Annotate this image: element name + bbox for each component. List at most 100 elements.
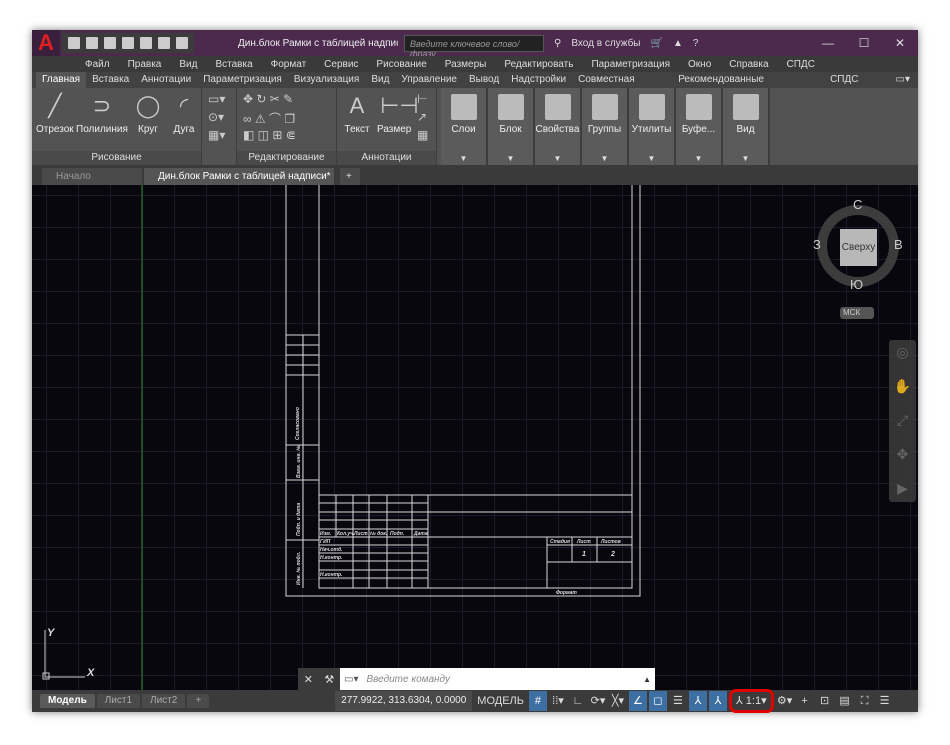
app-menu-button[interactable]: A xyxy=(32,30,60,56)
workspace-gear-icon[interactable]: ⚙▾ xyxy=(776,691,794,711)
ribbon-tab[interactable]: Управление xyxy=(395,72,463,88)
polyline-button[interactable]: ⊃ Полилиния xyxy=(76,92,128,135)
menu-item[interactable]: Сервис xyxy=(315,59,367,70)
viewcube-top-face[interactable]: Сверху xyxy=(840,229,877,266)
osnap-button[interactable]: ◻ xyxy=(648,691,667,711)
object-track-button[interactable]: ∠ xyxy=(628,691,647,711)
units-icon[interactable]: ⊡ xyxy=(816,691,834,711)
showmotion-icon[interactable]: ▶ xyxy=(893,480,912,510)
rectangle-icon[interactable]: ▭▾ xyxy=(208,92,225,106)
menu-item[interactable]: Окно xyxy=(679,59,720,70)
save-as-icon[interactable] xyxy=(122,37,134,49)
hatch-icon[interactable]: ▦▾ xyxy=(208,128,225,142)
panel-expand-icon[interactable]: ▼ xyxy=(676,154,721,163)
ribbon-dropdown-panel[interactable]: Свойства ▼ xyxy=(535,88,582,165)
modify-tools-row3[interactable]: ◧ ◫ ⊞ ⋐ xyxy=(243,128,296,142)
circle-button[interactable]: ◯ Круг xyxy=(134,92,162,135)
ribbon-tab[interactable]: Главная xyxy=(36,72,87,88)
modify-tools-row2[interactable]: ∞ ⚠ ⌒ ❐ xyxy=(243,110,295,127)
drawing-canvas[interactable]: Изм. Кол.уч. Лист № док. Подп. Дата ГИП … xyxy=(32,185,918,690)
annotation-scale-button[interactable]: ⅄ 1:1▾ xyxy=(728,689,774,713)
menu-item[interactable]: Параметризация xyxy=(582,59,679,70)
ribbon-tab[interactable]: Вид xyxy=(365,72,395,88)
menu-item[interactable]: Размеры xyxy=(436,59,496,70)
customize-icon[interactable]: ⚒ xyxy=(324,673,334,686)
binoculars-icon[interactable]: ⚲ xyxy=(554,38,561,49)
add-tab-button[interactable]: + xyxy=(340,168,360,185)
polar-button[interactable]: ⟳▾ xyxy=(589,691,607,711)
maximize-button[interactable]: ☐ xyxy=(846,36,882,50)
menu-item[interactable]: Рисование xyxy=(367,59,435,70)
annotation-monitor-icon[interactable]: + xyxy=(796,691,814,711)
dimension-button[interactable]: ⊢⊣ Размер xyxy=(377,92,419,135)
save-icon[interactable] xyxy=(104,37,116,49)
text-button[interactable]: A Текст xyxy=(343,92,371,135)
history-arrow-icon[interactable]: ▲ xyxy=(643,675,655,684)
model-space-button[interactable]: МОДЕЛЬ xyxy=(474,691,527,711)
ribbon-tab[interactable]: Аннотации xyxy=(135,72,197,88)
undo-icon[interactable] xyxy=(176,37,188,49)
plot-icon[interactable] xyxy=(158,37,170,49)
signin-button[interactable]: Вход в службы xyxy=(571,38,640,49)
panel-title[interactable]: Редактирование xyxy=(237,151,336,165)
autoscale-button[interactable]: ⅄ xyxy=(708,691,727,711)
open-icon[interactable] xyxy=(86,37,98,49)
ribbon-dropdown-panel[interactable]: Буфе... ▼ xyxy=(676,88,723,165)
ribbon-tab[interactable]: Вставка xyxy=(86,72,135,88)
coordinates-readout[interactable]: 277.9922, 313.6304, 0.0000 xyxy=(335,691,473,711)
ribbon-dropdown-panel[interactable]: Утилиты ▼ xyxy=(629,88,676,165)
ribbon-tab[interactable]: Совместная работа xyxy=(572,72,672,101)
ribbon-tab[interactable]: Вывод xyxy=(463,72,505,88)
minimize-button[interactable]: — xyxy=(810,36,846,50)
zoom-icon[interactable]: ⤢ xyxy=(893,412,912,442)
ortho-button[interactable]: ∟ xyxy=(569,691,587,711)
tab-sheet1[interactable]: Лист1 xyxy=(96,694,141,708)
clean-screen-icon[interactable]: ⛶ xyxy=(856,691,874,711)
ribbon-tab[interactable]: СПДС 2019 xyxy=(824,72,887,101)
lineweight-button[interactable]: ☰ xyxy=(669,691,687,711)
publish-icon[interactable] xyxy=(140,37,152,49)
panel-expand-icon[interactable]: ▼ xyxy=(629,154,674,163)
panel-title[interactable]: Рисование xyxy=(32,151,201,165)
tab-model[interactable]: Модель xyxy=(40,694,95,708)
customization-menu-icon[interactable]: ☰ xyxy=(876,691,894,711)
quick-properties-icon[interactable]: ▤ xyxy=(836,691,854,711)
ribbon-tab[interactable]: Надстройки xyxy=(505,72,572,88)
table-icon[interactable]: ▦ xyxy=(417,128,428,142)
compass-east[interactable]: В xyxy=(894,237,903,252)
leader-icon[interactable]: ↗ xyxy=(417,110,427,124)
ucs-dropdown[interactable]: МСК xyxy=(840,307,874,319)
steering-wheel-icon[interactable]: ◎ xyxy=(893,344,912,374)
add-layout-button[interactable]: + xyxy=(187,694,210,708)
ribbon-tab[interactable]: Рекомендованные приложения xyxy=(672,72,824,101)
modify-tools-row1[interactable]: ✥ ↻ ✂ ✎ xyxy=(243,92,293,106)
snap-button[interactable]: ⁞⁞▾ xyxy=(549,691,567,711)
menu-item[interactable]: Справка xyxy=(720,59,777,70)
menu-item[interactable]: Правка xyxy=(119,59,171,70)
ribbon-toggle-icon[interactable]: ▭▾ xyxy=(888,72,918,88)
ribbon-dropdown-panel[interactable]: Группы ▼ xyxy=(582,88,629,165)
tab-start[interactable]: Начало xyxy=(42,168,142,185)
panel-expand-icon[interactable]: ▼ xyxy=(535,154,580,163)
compass-south[interactable]: Ю xyxy=(850,277,863,292)
ribbon-dropdown-panel[interactable]: Слои ▼ xyxy=(441,88,488,165)
panel-expand-icon[interactable]: ▼ xyxy=(488,154,533,163)
pan-icon[interactable]: ✋ xyxy=(893,378,912,408)
ellipse-icon[interactable]: ⊙▾ xyxy=(208,110,224,124)
menu-item[interactable]: Вставка xyxy=(206,59,261,70)
annotation-visibility-button[interactable]: ⅄ xyxy=(688,691,707,711)
cart-icon[interactable]: 🛒 xyxy=(650,38,662,49)
close-button[interactable]: ✕ xyxy=(882,36,918,50)
menu-item[interactable]: Формат xyxy=(262,59,316,70)
tab-drawing[interactable]: Дин.блок Рамки с таблицей надписи* × xyxy=(144,168,334,199)
new-icon[interactable] xyxy=(68,37,80,49)
panel-expand-icon[interactable]: ▼ xyxy=(723,154,768,163)
panel-title[interactable]: Аннотации xyxy=(337,151,436,165)
line-button[interactable]: ╱ Отрезок xyxy=(36,92,74,135)
command-input[interactable]: Введите команду xyxy=(358,674,643,685)
tab-sheet2[interactable]: Лист2 xyxy=(142,694,186,708)
ribbon-tab[interactable]: Параметризация xyxy=(197,72,288,88)
search-input[interactable]: Введите ключевое слово/фразу xyxy=(404,34,544,59)
ribbon-tab[interactable]: Визуализация xyxy=(288,72,365,88)
ribbon-dropdown-panel[interactable]: Вид ▼ xyxy=(723,88,770,165)
